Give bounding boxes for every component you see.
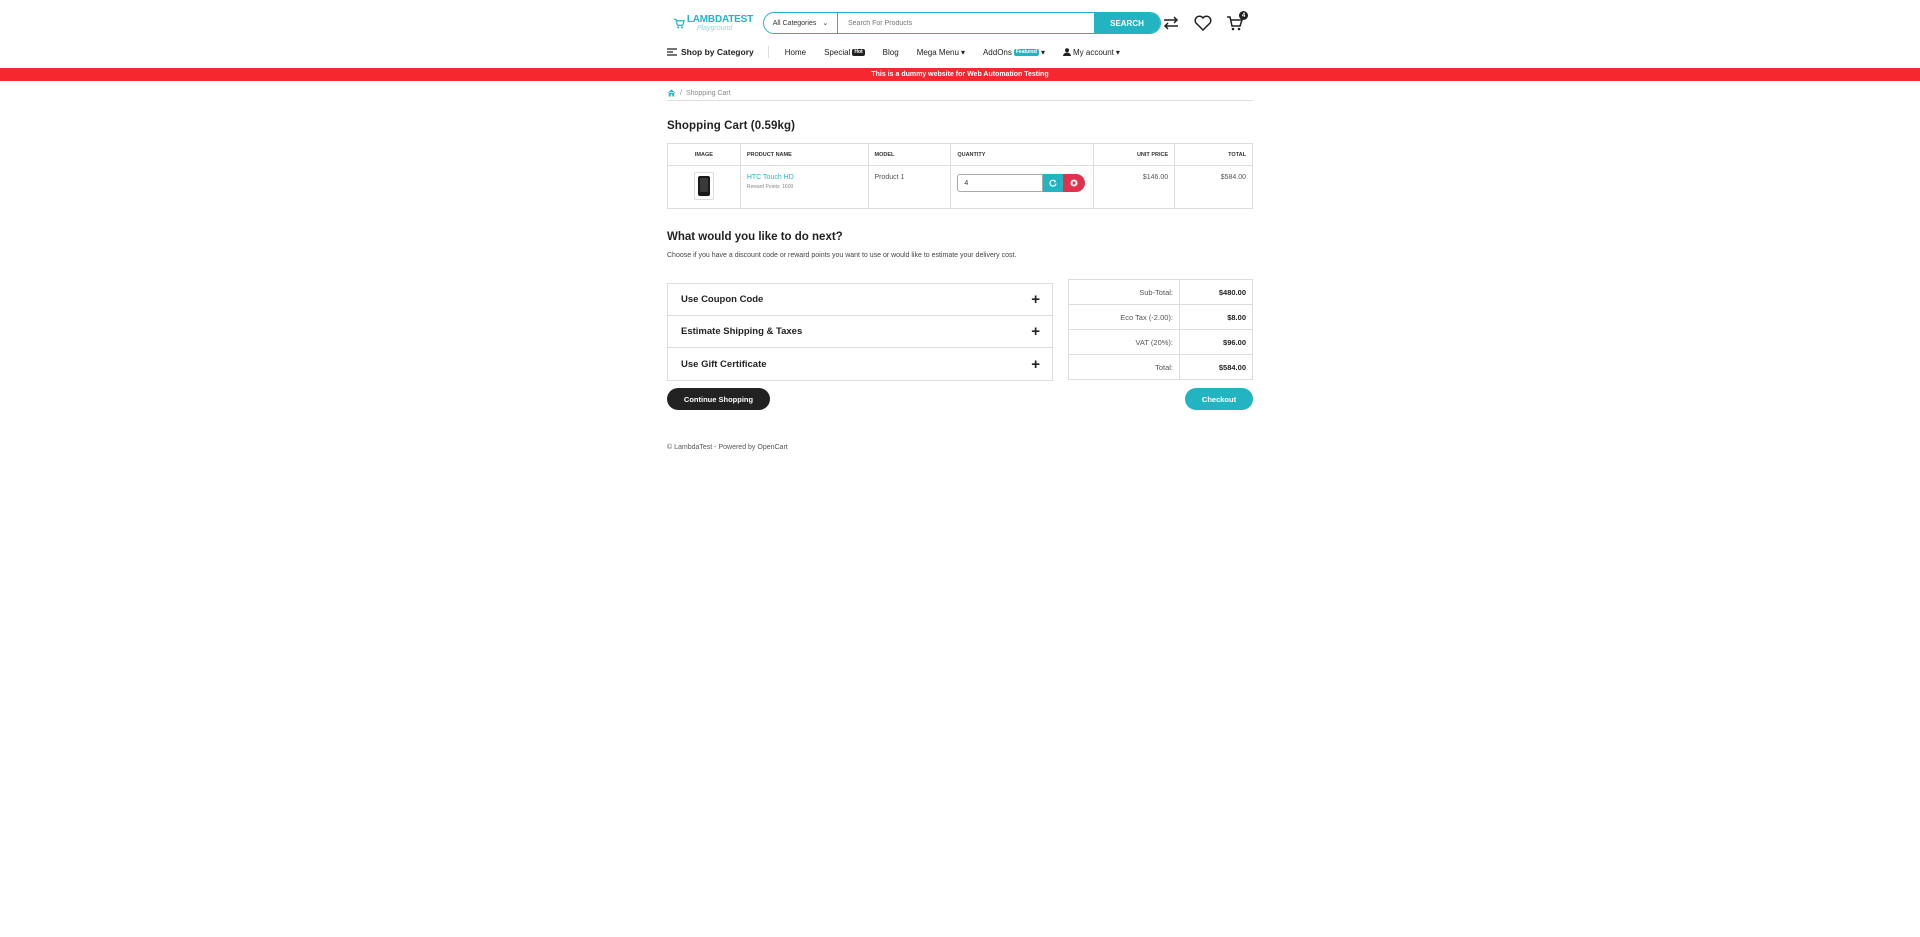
search-input[interactable] xyxy=(838,19,1094,27)
category-select-label: All Categories xyxy=(772,19,817,27)
breadcrumb: / Shopping Cart xyxy=(667,87,1253,101)
footer-text: © LambdaTest - Powered by OpenCart xyxy=(667,444,788,451)
totals-row-eco-tax: Eco Tax (-2.00): $8.00 xyxy=(1068,304,1253,330)
options-accordion: Use Coupon Code + Estimate Shipping & Tax… xyxy=(667,283,1053,381)
eco-tax-value: $8.00 xyxy=(1179,304,1253,330)
nav-item-special[interactable]: Special Hot xyxy=(824,48,865,57)
shop-by-category[interactable]: Shop by Category xyxy=(667,46,769,58)
estimate-shipping-label: Estimate Shipping & Taxes xyxy=(681,326,803,337)
nav-item-home[interactable]: Home xyxy=(785,48,806,57)
next-steps-title: What would you like to do next? xyxy=(667,231,843,243)
featured-badge: Featured xyxy=(1013,48,1039,56)
user-icon xyxy=(1063,48,1071,56)
nav-my-account-label: My account xyxy=(1073,47,1114,57)
column-header-unit-price: Unit Price xyxy=(1093,143,1176,166)
nav-item-blog[interactable]: Blog xyxy=(883,48,899,57)
totals-row-subtotal: Sub-Total: $480.00 xyxy=(1068,279,1253,305)
nav-mega-menu-label: Mega Menu xyxy=(916,47,959,57)
gift-certificate-toggle[interactable]: Use Gift Certificate + xyxy=(668,348,1052,380)
compare-icon[interactable] xyxy=(1161,13,1181,33)
next-steps-description: Choose if you have a discount code or re… xyxy=(667,252,1017,259)
vat-label: VAT (20%): xyxy=(1068,329,1180,355)
notice-banner: This is a dummy website for Web Automati… xyxy=(0,68,1920,81)
main-nav: Shop by Category Home Special Hot Blog Me… xyxy=(667,44,1253,60)
total-label: Total: xyxy=(1068,354,1180,380)
eco-tax-label: Eco Tax (-2.00): xyxy=(1068,304,1180,330)
wishlist-heart-icon[interactable] xyxy=(1193,13,1213,33)
plus-icon: + xyxy=(1031,291,1040,308)
product-thumbnail[interactable] xyxy=(693,172,714,200)
chevron-down-icon: ⌄ xyxy=(822,20,829,27)
row-total: $584.00 xyxy=(1174,165,1253,209)
caret-down-icon: ▾ xyxy=(1040,47,1045,57)
nav-home-label: Home xyxy=(784,47,807,57)
quantity-input[interactable] xyxy=(957,174,1044,192)
nav-addons-label: AddOns xyxy=(982,47,1012,57)
estimate-shipping-toggle[interactable]: Estimate Shipping & Taxes + xyxy=(668,316,1052,348)
menu-icon xyxy=(667,48,677,56)
logo-title: LAMBDATEST xyxy=(686,13,753,25)
remove-item-button[interactable] xyxy=(1063,174,1086,192)
product-name-cell: HTC Touch HD Reward Points: 1600 xyxy=(739,165,869,209)
cart-table-header: Image Product Name Model Quantity Unit P… xyxy=(667,143,1253,166)
cart-table: Image Product Name Model Quantity Unit P… xyxy=(667,143,1253,209)
update-quantity-button[interactable] xyxy=(1043,174,1064,192)
nav-special-label: Special xyxy=(824,47,851,57)
hot-badge: Hot xyxy=(852,48,865,56)
nav-item-mega-menu[interactable]: Mega Menu ▾ xyxy=(917,48,965,57)
nav-blog-label: Blog xyxy=(882,47,899,57)
nav-item-my-account[interactable]: My account ▾ xyxy=(1063,48,1120,57)
shop-by-category-label: Shop by Category xyxy=(681,47,754,57)
totals-row-total: Total: $584.00 xyxy=(1068,354,1253,380)
subtotal-value: $480.00 xyxy=(1179,279,1253,305)
unit-price: $146.00 xyxy=(1093,165,1176,209)
page-title: Shopping Cart (0.59kg) xyxy=(667,120,796,132)
subtotal-label: Sub-Total: xyxy=(1068,279,1180,305)
checkout-button[interactable]: Checkout xyxy=(1185,388,1253,410)
caret-down-icon: ▾ xyxy=(1115,47,1120,57)
breadcrumb-separator: / xyxy=(680,90,682,97)
vat-value: $96.00 xyxy=(1179,329,1253,355)
column-header-model: Model xyxy=(867,143,952,166)
column-header-quantity: Quantity xyxy=(950,143,1095,166)
logo-cart-icon xyxy=(673,18,685,29)
plus-icon: + xyxy=(1031,355,1040,373)
remove-icon xyxy=(1070,179,1078,187)
header: LAMBDATEST Playground All Categories ⌄ S… xyxy=(667,10,1253,36)
cart-icon[interactable]: 4 xyxy=(1225,11,1248,33)
breadcrumb-current[interactable]: Shopping Cart xyxy=(686,90,731,97)
refresh-icon xyxy=(1049,179,1057,187)
continue-shopping-button[interactable]: Continue Shopping xyxy=(667,388,770,410)
nav-item-addons[interactable]: AddOns Featured ▾ xyxy=(983,48,1045,57)
table-row: HTC Touch HD Reward Points: 1600 Product… xyxy=(667,165,1253,209)
plus-icon: + xyxy=(1031,323,1040,340)
column-header-product-name: Product Name xyxy=(739,143,869,166)
column-header-image: Image xyxy=(667,143,741,166)
coupon-code-label: Use Coupon Code xyxy=(681,294,764,305)
search-button[interactable]: SEARCH xyxy=(1094,13,1160,33)
logo-subtitle: Playground xyxy=(696,24,733,32)
column-header-total: Total xyxy=(1174,143,1253,166)
total-value: $584.00 xyxy=(1179,354,1253,380)
totals-table: Sub-Total: $480.00 Eco Tax (-2.00): $8.00 … xyxy=(1068,279,1253,380)
category-select[interactable]: All Categories ⌄ xyxy=(764,13,838,33)
search-bar: All Categories ⌄ SEARCH xyxy=(763,12,1161,34)
logo[interactable]: LAMBDATEST Playground xyxy=(673,10,753,36)
gift-certificate-label: Use Gift Certificate xyxy=(681,358,767,370)
home-icon[interactable] xyxy=(667,89,676,99)
coupon-code-toggle[interactable]: Use Coupon Code + xyxy=(668,284,1052,316)
reward-points: Reward Points: 1600 xyxy=(746,184,794,190)
totals-row-vat: VAT (20%): $96.00 xyxy=(1068,329,1253,355)
caret-down-icon: ▾ xyxy=(960,47,965,57)
cart-count-badge: 4 xyxy=(1239,11,1248,20)
product-model: Product 1 xyxy=(867,165,952,209)
product-image-cell xyxy=(667,165,741,209)
product-name-link[interactable]: HTC Touch HD xyxy=(747,174,862,181)
quantity-cell xyxy=(950,165,1095,209)
